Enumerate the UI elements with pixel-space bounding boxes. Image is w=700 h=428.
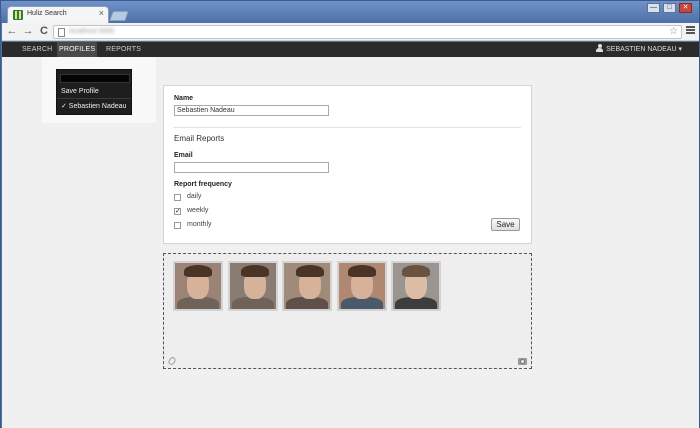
weekly-label: weekly: [187, 207, 209, 214]
url-text: localhost:3000: [69, 28, 115, 35]
nav-item-search[interactable]: SEARCH: [22, 42, 52, 57]
tab-title: Huliz Search: [27, 10, 67, 17]
profile-photo[interactable]: [282, 261, 332, 311]
maximize-button[interactable]: □: [663, 3, 676, 13]
browser-menu-icon[interactable]: [686, 26, 695, 36]
weekly-checkbox[interactable]: ✓: [174, 208, 181, 215]
name-field[interactable]: Sebastien Nadeau: [174, 105, 329, 116]
tab-close-icon[interactable]: ×: [99, 8, 104, 18]
email-label: Email: [174, 152, 193, 159]
forward-arrow-icon[interactable]: →: [22, 25, 34, 38]
reload-icon[interactable]: C: [38, 25, 50, 38]
page-icon: [58, 28, 65, 37]
browser-toolbar: ← → C localhost:3000 ☆: [2, 23, 699, 41]
page-content: SEARCH PROFILES REPORTS SEBASTIEN NADEAU…: [2, 42, 699, 428]
browser-window: Huliz Search × — □ ✕ ← → C localhost:300…: [0, 0, 700, 428]
save-button[interactable]: Save: [491, 218, 520, 231]
save-profile-item[interactable]: Save Profile: [61, 88, 99, 95]
profile-photo[interactable]: [173, 261, 223, 311]
browser-tab[interactable]: Huliz Search ×: [7, 6, 109, 23]
minimize-button[interactable]: —: [647, 3, 660, 13]
profile-item-sebastien[interactable]: ✓ Sebastien Nadeau: [61, 102, 126, 110]
profile-photo[interactable]: [228, 261, 278, 311]
attach-icon[interactable]: [167, 356, 177, 366]
app-favicon-icon: [13, 10, 23, 20]
app-navbar: SEARCH PROFILES REPORTS SEBASTIEN NADEAU…: [2, 42, 699, 57]
back-arrow-icon[interactable]: ←: [6, 25, 18, 38]
daily-label: daily: [187, 193, 202, 200]
new-tab-button[interactable]: [109, 11, 129, 21]
user-menu[interactable]: SEBASTIEN NADEAU ▾: [596, 42, 682, 57]
frequency-label: Report frequency: [174, 181, 232, 188]
close-window-button[interactable]: ✕: [679, 3, 692, 13]
email-reports-heading: Email Reports: [174, 134, 225, 143]
profile-name-input[interactable]: [60, 74, 130, 83]
user-icon: [596, 44, 604, 52]
name-label: Name: [174, 95, 194, 102]
caret-down-icon: ▾: [678, 46, 682, 53]
nav-item-profiles[interactable]: PROFILES: [57, 42, 98, 57]
profile-photo[interactable]: [391, 261, 441, 311]
camera-icon[interactable]: [518, 358, 527, 365]
profile-form: Name Sebastien Nadeau Email Reports Emai…: [163, 85, 532, 244]
bookmark-star-icon[interactable]: ☆: [669, 26, 678, 37]
nav-item-reports[interactable]: REPORTS: [106, 42, 141, 57]
section-divider: [173, 127, 521, 128]
address-bar[interactable]: localhost:3000 ☆: [53, 25, 682, 39]
profiles-dropdown: Save Profile ✓ Sebastien Nadeau: [56, 69, 132, 115]
monthly-checkbox[interactable]: [174, 222, 181, 229]
email-field[interactable]: [174, 162, 329, 173]
title-bar: Huliz Search × — □ ✕: [1, 1, 699, 23]
profile-photo[interactable]: [337, 261, 387, 311]
monthly-label: monthly: [187, 221, 212, 228]
daily-checkbox[interactable]: [174, 194, 181, 201]
user-name: SEBASTIEN NADEAU: [606, 46, 677, 53]
photo-dropzone[interactable]: [163, 253, 532, 369]
dropdown-divider: [57, 98, 131, 99]
